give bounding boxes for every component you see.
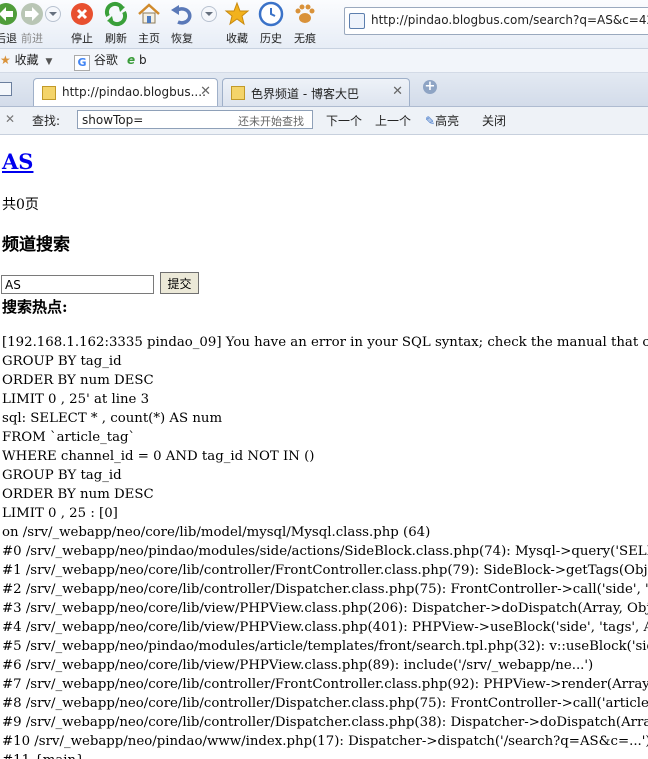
navigation-toolbar: 后退 前进 停止 刷新 主页 恢复 收藏 历史 无痕 http://pindao…	[0, 0, 648, 49]
page-icon	[349, 13, 365, 29]
home-icon	[138, 3, 160, 24]
refresh-button[interactable]: 刷新	[102, 0, 130, 48]
error-line: #10 /srv/_webapp/neo/pindao/www/index.ph…	[2, 734, 648, 749]
find-close-icon[interactable]: ✕	[5, 112, 15, 126]
page-count: 共0页	[2, 197, 39, 213]
bookmark-b[interactable]: e b	[127, 52, 147, 69]
error-line: GROUP BY tag_id	[2, 468, 122, 483]
page-icon	[42, 86, 56, 100]
error-line: #9 /srv/_webapp/neo/core/lib/controller/…	[2, 715, 648, 730]
back-button[interactable]: 后退	[0, 0, 20, 48]
error-line: #11 {main}	[2, 751, 648, 759]
error-line: sql: SELECT * , count(*) AS num	[2, 411, 223, 426]
tab-bar: http://pindao.blogbus.... ✕ 色界频道 - 博客大巴 …	[0, 73, 648, 107]
incognito-label: 无痕	[294, 32, 316, 45]
find-next-button[interactable]: 下一个	[326, 112, 362, 129]
error-line: #3 /srv/_webapp/neo/core/lib/view/PHPVie…	[2, 601, 648, 616]
close-icon[interactable]: ✕	[200, 84, 211, 99]
channel-search-heading: 频道搜索	[2, 235, 70, 255]
sidebar-toggle-icon[interactable]	[0, 82, 12, 96]
paw-icon	[295, 4, 315, 23]
favorites-menu-label: 收藏	[14, 53, 39, 67]
error-line: #1 /srv/_webapp/neo/core/lib/controller/…	[2, 563, 648, 578]
close-icon[interactable]: ✕	[392, 84, 403, 99]
error-line: #0 /srv/_webapp/neo/pindao/modules/side/…	[2, 544, 648, 559]
history-button[interactable]: 历史	[257, 0, 285, 48]
refresh-label: 刷新	[105, 32, 127, 45]
find-highlight-label: 高亮	[435, 114, 460, 128]
error-line: GROUP BY tag_id	[2, 354, 122, 369]
page-title-link[interactable]: AS	[2, 149, 33, 174]
bookmark-b-label: b	[138, 53, 147, 67]
address-bar[interactable]: http://pindao.blogbus.com/search?q=AS&c=…	[344, 7, 648, 35]
stop-icon	[71, 3, 93, 25]
clock-icon	[258, 1, 284, 27]
ie-icon: e	[127, 53, 136, 67]
find-label: 查找:	[32, 114, 61, 128]
address-text[interactable]: http://pindao.blogbus.com/search?q=AS&c=…	[371, 13, 648, 27]
bookmark-google-label: 谷歌	[93, 53, 118, 67]
find-status: 还未开始查找	[238, 115, 304, 128]
error-line: LIMIT 0 , 25' at line 3	[2, 392, 150, 407]
error-line: ORDER BY num DESC	[2, 373, 154, 388]
error-line: #2 /srv/_webapp/neo/core/lib/controller/…	[2, 582, 648, 597]
forward-arrow-icon	[21, 3, 43, 25]
page-icon	[231, 86, 245, 100]
find-prev-button[interactable]: 上一个	[375, 112, 411, 129]
error-line: [192.168.1.162:3335 pindao_09] You have …	[2, 335, 648, 350]
tab-sejie-channel[interactable]: 色界频道 - 博客大巴 ✕	[222, 78, 410, 106]
tab-label: http://pindao.blogbus....	[62, 85, 206, 99]
page-title: AS	[2, 149, 33, 174]
incognito-button[interactable]: 无痕	[291, 0, 319, 48]
error-line: #5 /srv/_webapp/neo/pindao/modules/artic…	[2, 639, 648, 654]
highlight-pen-icon: ✎	[425, 114, 436, 128]
error-line: FROM `article_tag`	[2, 430, 136, 445]
google-icon: G	[74, 55, 90, 71]
star-icon	[224, 1, 250, 26]
refresh-icon	[104, 1, 128, 27]
plus-icon[interactable]: +	[423, 80, 437, 94]
chevron-down-icon: ▼	[45, 57, 53, 67]
error-line: ORDER BY num DESC	[2, 487, 154, 502]
find-close-button[interactable]: 关闭	[482, 112, 506, 129]
back-label: 后退	[0, 32, 17, 45]
page-content: AS 共0页 频道搜索 提交 搜索热点: [192.168.1.162:3335…	[0, 135, 648, 759]
error-line: #7 /srv/_webapp/neo/core/lib/controller/…	[2, 677, 648, 692]
back-arrow-icon	[0, 3, 17, 25]
favorites-star-icon: ★	[0, 53, 11, 67]
error-line: WHERE channel_id = 0 AND tag_id NOT IN (…	[2, 449, 315, 464]
error-line: #6 /srv/_webapp/neo/core/lib/view/PHPVie…	[2, 658, 594, 673]
error-line: LIMIT 0 , 25 : [0]	[2, 506, 118, 521]
stop-button[interactable]: 停止	[68, 0, 96, 48]
tab-pindao-search[interactable]: http://pindao.blogbus.... ✕	[33, 78, 218, 106]
error-line: on /srv/_webapp/neo/core/lib/model/mysql…	[2, 525, 431, 540]
history-label: 历史	[260, 32, 282, 45]
forward-label: 前进	[21, 32, 43, 45]
find-highlight-button[interactable]: ✎高亮	[425, 112, 459, 129]
back-forward-dropdown[interactable]	[45, 6, 61, 22]
error-line: #4 /srv/_webapp/neo/core/lib/view/PHPVie…	[2, 620, 648, 635]
hot-searches-label: 搜索热点:	[2, 298, 68, 316]
search-input[interactable]	[1, 275, 154, 294]
restore-button[interactable]: 恢复	[168, 0, 196, 48]
favorites-label: 收藏	[226, 32, 248, 45]
restore-label: 恢复	[171, 32, 193, 45]
home-label: 主页	[138, 32, 160, 45]
tab-label: 色界频道 - 博客大巴	[251, 87, 359, 101]
favorites-bar: ★ 收藏 ▼ G 谷歌 e b	[0, 49, 648, 73]
favorites-button[interactable]: 收藏	[223, 0, 251, 48]
submit-button[interactable]: 提交	[160, 272, 199, 294]
find-bar: ✕ 查找: 还未开始查找 下一个 上一个 ✎高亮 关闭	[0, 107, 648, 135]
error-line: #8 /srv/_webapp/neo/core/lib/controller/…	[2, 696, 648, 711]
restore-dropdown[interactable]	[201, 6, 217, 22]
restore-icon	[171, 5, 192, 25]
forward-button[interactable]: 前进	[18, 0, 46, 48]
stop-label: 停止	[71, 32, 93, 45]
home-button[interactable]: 主页	[135, 0, 163, 48]
favorites-menu[interactable]: ★ 收藏 ▼	[0, 52, 52, 69]
sql-error-message: [192.168.1.162:3335 pindao_09] You have …	[2, 333, 648, 759]
bookmark-google[interactable]: G 谷歌	[74, 52, 118, 71]
